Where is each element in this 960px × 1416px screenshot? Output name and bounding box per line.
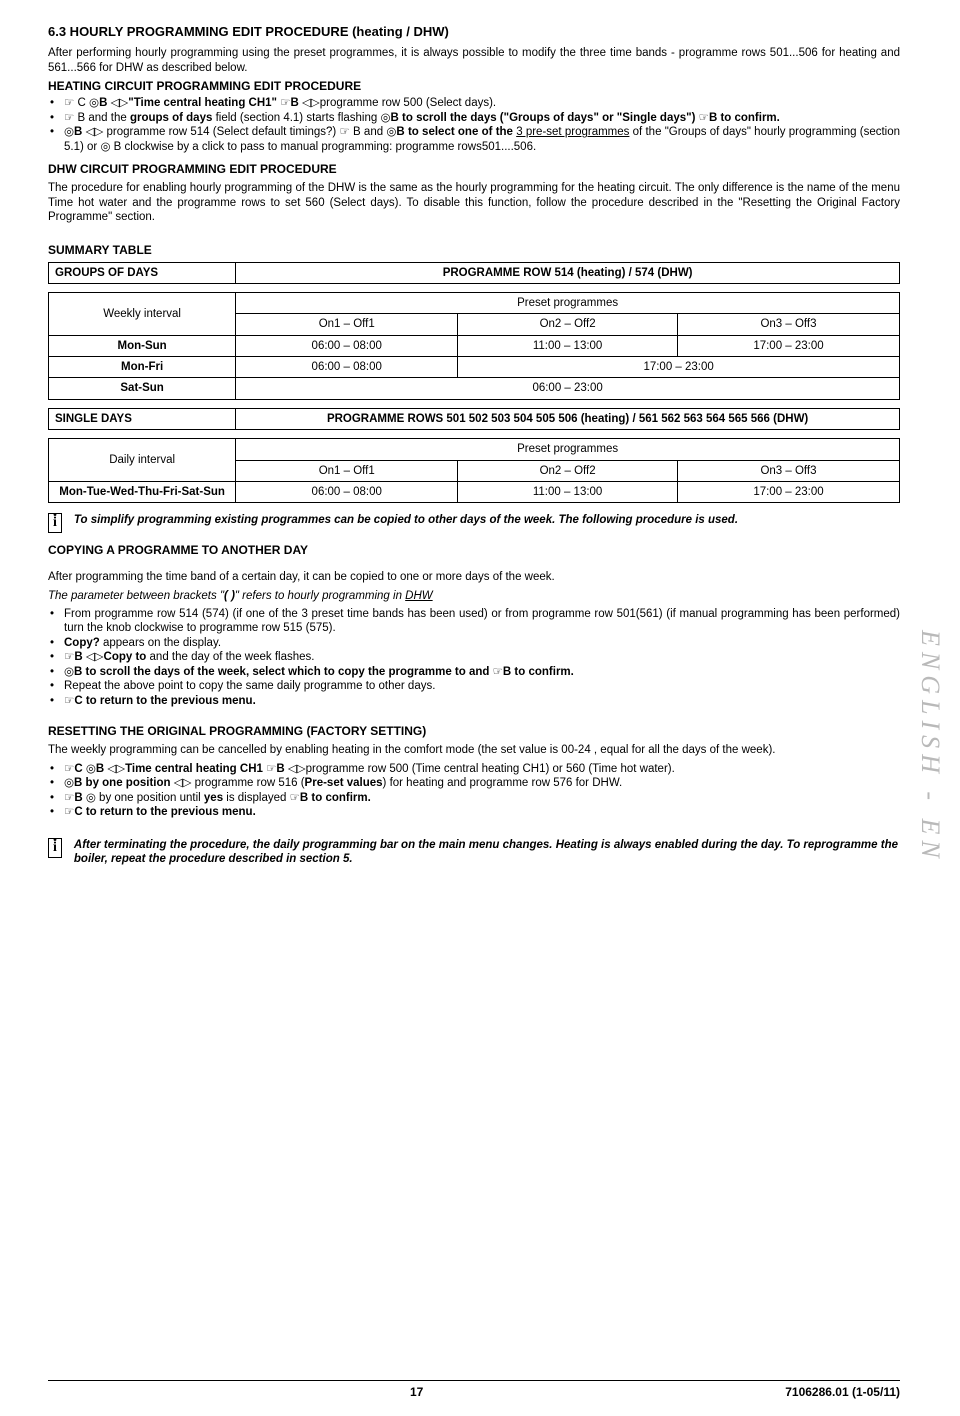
table-header: PROGRAMME ROW 514 (heating) / 574 (DHW): [236, 262, 900, 283]
button-icon: ☞: [290, 791, 300, 805]
list-item: ◎B to scroll the days of the week, selec…: [48, 665, 900, 680]
list-item: ☞C to return to the previous menu.: [48, 694, 900, 709]
preset-header: Preset programmes: [236, 439, 900, 460]
table-row-label: Sat-Sun: [49, 378, 236, 399]
dhw-paragraph: The procedure for enabling hourly progra…: [48, 181, 900, 224]
groups-of-days-header-table: GROUPS OF DAYS PROGRAMME ROW 514 (heatin…: [48, 262, 900, 284]
button-icon: ☞: [64, 96, 74, 110]
table-row-label: Mon-Sun: [49, 335, 236, 356]
knob-icon: ◎: [100, 140, 110, 154]
button-icon: ☞: [64, 791, 74, 805]
side-language-label: ENGLISH - EN: [914, 630, 947, 864]
summary-table-heading: SUMMARY TABLE: [48, 243, 900, 258]
button-icon: ☞: [699, 111, 709, 125]
single-days-header-table: SINGLE DAYS PROGRAMME ROWS 501 502 503 5…: [48, 408, 900, 430]
list-item: ☞ C ◎B ◁▷"Time central heating CH1" ☞B ◁…: [48, 96, 900, 111]
reset-paragraph: The weekly programming can be cancelled …: [48, 743, 900, 757]
table-cell: 17:00 – 23:00: [677, 481, 899, 502]
list-item: ◎B by one position ◁▷ programme row 516 …: [48, 776, 900, 791]
table-cell: 11:00 – 13:00: [458, 335, 678, 356]
col-header: On1 – Off1: [236, 314, 458, 335]
list-item: ☞B ◎ by one position until yes is displa…: [48, 791, 900, 806]
knob-icon: ◎: [386, 125, 396, 139]
knob-icon: ◎: [64, 665, 74, 679]
list-item: Repeat the above point to copy the same …: [48, 679, 900, 693]
reset-heading: RESETTING THE ORIGINAL PROGRAMMING (FACT…: [48, 724, 900, 739]
list-item: From programme row 514 (574) (if one of …: [48, 607, 900, 636]
knob-icon: ◎: [89, 96, 99, 110]
col-header: On3 – Off3: [677, 314, 899, 335]
button-icon: ☞: [266, 762, 276, 776]
info-icon: i̇̊: [48, 838, 62, 858]
single-days-table: Daily interval Preset programmes On1 – O…: [48, 438, 900, 503]
table-cell: 06:00 – 08:00: [236, 357, 458, 378]
table-cell: 06:00 – 23:00: [236, 378, 900, 399]
arrow-icon: ◁▷: [302, 96, 320, 110]
knob-icon: ◎: [64, 776, 74, 790]
table-header: GROUPS OF DAYS: [49, 262, 236, 283]
page-number: 17: [410, 1385, 423, 1400]
table-header: SINGLE DAYS: [49, 408, 236, 429]
doc-code: 7106286.01 (1-05/11): [785, 1385, 900, 1400]
copy-note: The parameter between brackets "( )" ref…: [48, 589, 900, 603]
dhw-procedure-heading: DHW CIRCUIT PROGRAMMING EDIT PROCEDURE: [48, 162, 900, 177]
knob-icon: ◎: [380, 111, 390, 125]
reset-list: ☞C ◎B ◁▷Time central heating CH1 ☞B ◁▷pr…: [48, 762, 900, 820]
heating-procedure-heading: HEATING CIRCUIT PROGRAMMING EDIT PROCEDU…: [48, 79, 900, 94]
info-note: i̇̊ To simplify programming existing pro…: [48, 513, 900, 533]
heating-procedure-list: ☞ C ◎B ◁▷"Time central heating CH1" ☞B ◁…: [48, 96, 900, 154]
col-header: On2 – Off2: [458, 460, 678, 481]
table-cell: 17:00 – 23:00: [458, 357, 900, 378]
note-text: After terminating the procedure, the dai…: [74, 838, 900, 867]
row-label: Weekly interval: [49, 292, 236, 335]
arrow-icon: ◁▷: [288, 762, 306, 776]
info-icon: i̇̊: [48, 513, 62, 533]
button-icon: ☞: [64, 650, 74, 664]
note-text: To simplify programming existing program…: [74, 513, 900, 527]
arrow-icon: ◁▷: [86, 125, 104, 139]
table-cell: 06:00 – 08:00: [236, 481, 458, 502]
knob-icon: ◎: [86, 791, 96, 805]
list-item: ◎B ◁▷ programme row 514 (Select default …: [48, 125, 900, 154]
col-header: On3 – Off3: [677, 460, 899, 481]
button-icon: ☞: [64, 762, 74, 776]
table-cell: 11:00 – 13:00: [458, 481, 678, 502]
table-cell: 17:00 – 23:00: [677, 335, 899, 356]
copy-heading: COPYING A PROGRAMME TO ANOTHER DAY: [48, 543, 900, 558]
button-icon: ☞: [280, 96, 290, 110]
list-item: ☞B ◁▷Copy to and the day of the week fla…: [48, 650, 900, 665]
preset-header: Preset programmes: [236, 292, 900, 313]
table-header: PROGRAMME ROWS 501 502 503 504 505 506 (…: [236, 408, 900, 429]
list-item: Copy? appears on the display.: [48, 636, 900, 650]
button-icon: ☞: [64, 111, 74, 125]
button-icon: ☞: [339, 125, 349, 139]
arrow-icon: ◁▷: [107, 762, 125, 776]
button-icon: ☞: [64, 805, 74, 819]
button-icon: ☞: [64, 694, 74, 708]
copy-paragraph: After programming the time band of a cer…: [48, 570, 900, 584]
section-title: 6.3 HOURLY PROGRAMMING EDIT PROCEDURE (h…: [48, 24, 900, 40]
arrow-icon: ◁▷: [86, 650, 104, 664]
table-cell: 06:00 – 08:00: [236, 335, 458, 356]
arrow-icon: ◁▷: [174, 776, 192, 790]
intro-paragraph: After performing hourly programming usin…: [48, 46, 900, 75]
list-item: ☞C to return to the previous menu.: [48, 805, 900, 820]
col-header: On2 – Off2: [458, 314, 678, 335]
arrow-icon: ◁▷: [111, 96, 129, 110]
groups-of-days-table: Weekly interval Preset programmes On1 – …: [48, 292, 900, 400]
table-row-label: Mon-Tue-Wed-Thu-Fri-Sat-Sun: [49, 481, 236, 502]
list-item: ☞C ◎B ◁▷Time central heating CH1 ☞B ◁▷pr…: [48, 762, 900, 777]
button-icon: ☞: [493, 665, 503, 679]
knob-icon: ◎: [86, 762, 96, 776]
page-footer: 17 7106286.01 (1-05/11): [48, 1381, 900, 1400]
copy-list: From programme row 514 (574) (if one of …: [48, 607, 900, 708]
knob-icon: ◎: [64, 125, 74, 139]
list-item: ☞ B and the groups of days field (sectio…: [48, 111, 900, 126]
row-label: Daily interval: [49, 439, 236, 482]
table-row-label: Mon-Fri: [49, 357, 236, 378]
info-note: i̇̊ After terminating the procedure, the…: [48, 838, 900, 867]
col-header: On1 – Off1: [236, 460, 458, 481]
